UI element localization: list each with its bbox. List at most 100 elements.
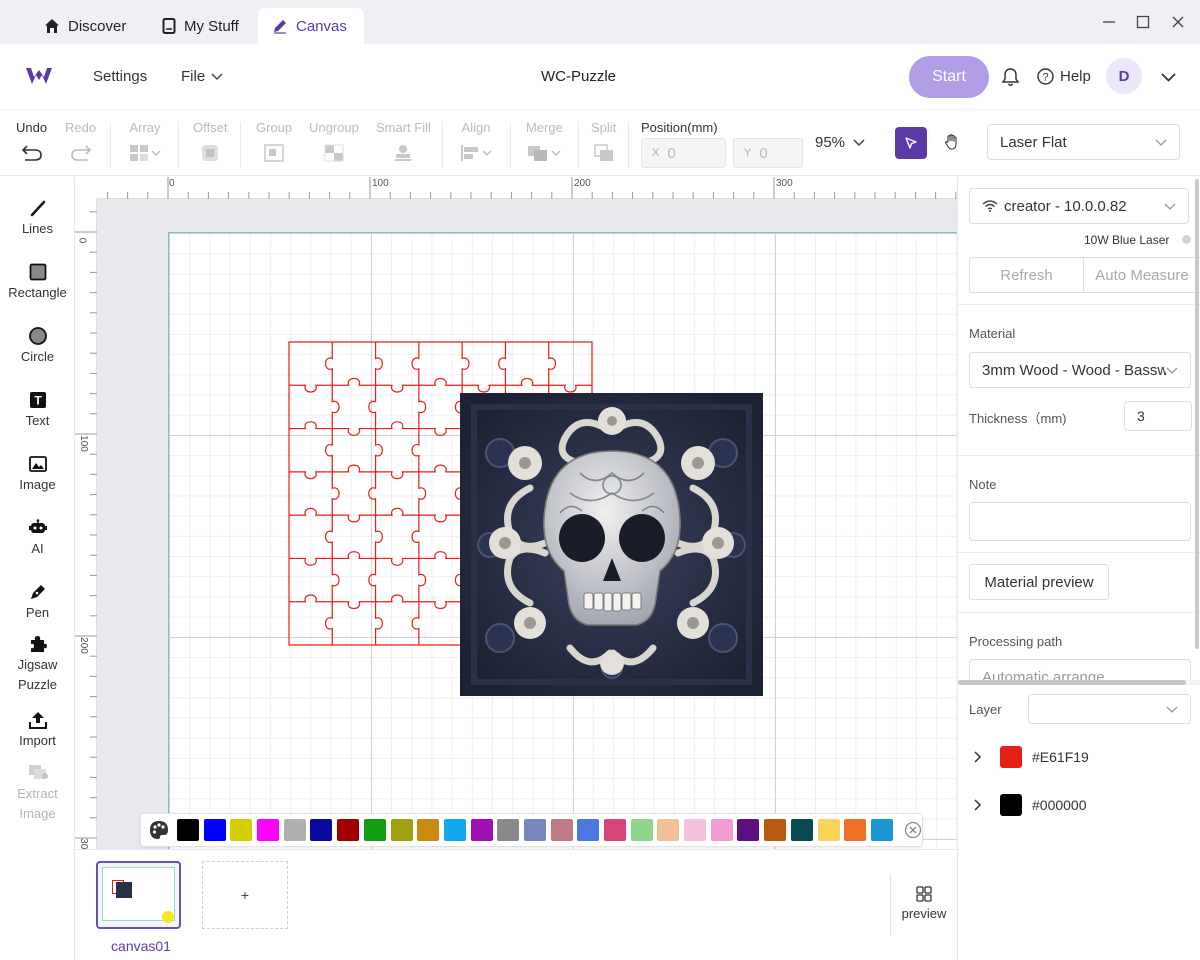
bell-icon[interactable] <box>1001 67 1020 87</box>
undo-icon <box>21 145 42 161</box>
circle-tool[interactable]: Circle <box>0 323 75 364</box>
import-tool[interactable]: Import <box>0 707 75 748</box>
color-swatch[interactable] <box>790 819 813 841</box>
mode-select[interactable]: Laser Flat <box>987 124 1180 160</box>
rectangle-tool[interactable]: Rectangle <box>0 259 75 300</box>
text-icon: T <box>29 392 46 408</box>
start-button[interactable]: Start <box>909 56 989 98</box>
merge-button[interactable]: Merge <box>526 120 563 164</box>
color-swatch[interactable] <box>764 819 787 841</box>
color-swatch[interactable] <box>177 819 199 841</box>
color-swatch[interactable] <box>817 819 840 841</box>
group-button[interactable]: Group <box>256 120 292 164</box>
array-button[interactable]: Array <box>129 120 161 164</box>
jigsaw-puzzle-tool[interactable]: Jigsaw Puzzle <box>0 633 75 695</box>
chevron-right-icon[interactable] <box>974 751 982 763</box>
color-swatch[interactable] <box>443 819 466 841</box>
device-select[interactable]: creator - 10.0.0.82 <box>969 188 1189 224</box>
position-label: Position(mm) <box>641 120 718 135</box>
thickness-input[interactable]: 3 <box>1124 401 1192 431</box>
help-button[interactable]: ? Help <box>1037 68 1091 85</box>
color-swatch[interactable] <box>363 819 386 841</box>
color-swatch[interactable] <box>604 819 626 841</box>
offset-button[interactable]: Offset <box>193 120 227 164</box>
color-swatch[interactable] <box>390 819 413 841</box>
preview-button[interactable]: preview <box>900 886 948 921</box>
account-chevron-icon[interactable] <box>1161 73 1176 82</box>
y-position-field[interactable]: Y 0 <box>733 138 803 168</box>
hand-tool-icon[interactable] <box>943 133 961 151</box>
color-swatch[interactable] <box>630 819 653 841</box>
ai-tool[interactable]: AI <box>0 515 75 556</box>
layer-color-swatch[interactable] <box>1000 794 1022 816</box>
tool-label: Text <box>25 413 50 428</box>
canvas-thumbnail[interactable] <box>96 861 181 929</box>
select-tool-button[interactable] <box>895 127 927 159</box>
avatar[interactable]: D <box>1106 58 1142 94</box>
color-swatch[interactable] <box>417 819 440 841</box>
chevron-down-icon <box>551 150 561 156</box>
ungroup-button[interactable]: Ungroup <box>309 120 359 164</box>
color-swatch[interactable] <box>657 819 680 841</box>
extract-image-tool[interactable]: Extract Image <box>0 762 75 824</box>
tab-discover[interactable]: Discover <box>30 8 140 44</box>
color-swatch[interactable] <box>844 819 867 841</box>
layer-select[interactable] <box>1028 694 1191 724</box>
minimize-button[interactable] <box>1095 10 1123 34</box>
color-swatch[interactable] <box>684 819 707 841</box>
zoom-select[interactable]: 95% <box>815 134 865 151</box>
close-button[interactable] <box>1164 10 1192 34</box>
align-button[interactable]: Align <box>460 120 492 164</box>
close-circle-icon[interactable] <box>904 821 922 839</box>
refresh-button[interactable]: Refresh <box>969 257 1084 293</box>
smart-fill-button[interactable]: Smart Fill <box>376 120 431 164</box>
settings-menu[interactable]: Settings <box>93 68 147 85</box>
app-logo[interactable] <box>25 66 53 86</box>
color-swatch[interactable] <box>230 819 253 841</box>
color-swatch[interactable] <box>203 819 226 841</box>
add-canvas-button[interactable]: + <box>202 861 288 929</box>
color-swatch[interactable] <box>577 819 600 841</box>
pen-tool[interactable]: Pen <box>0 579 75 620</box>
color-swatch[interactable] <box>337 819 360 841</box>
color-swatch[interactable] <box>310 819 333 841</box>
layer-color-swatch[interactable] <box>1000 746 1022 768</box>
color-swatch[interactable] <box>523 819 546 841</box>
x-position-field[interactable]: X 0 <box>641 138 726 168</box>
tab-my-stuff[interactable]: My Stuff <box>148 8 253 44</box>
laser-type: 10W Blue Laser <box>1084 233 1170 247</box>
auto-measure-button[interactable]: Auto Measure <box>1083 257 1200 293</box>
material-preview-button[interactable]: Material preview <box>969 564 1109 600</box>
color-swatch[interactable] <box>257 819 280 841</box>
layer-row[interactable]: #000000 <box>974 794 1087 816</box>
chevron-right-icon[interactable] <box>974 799 982 811</box>
undo-button[interactable]: Undo <box>16 120 47 164</box>
panel-scrollbar-v[interactable] <box>1195 179 1199 649</box>
maximize-button[interactable] <box>1129 10 1157 34</box>
skull-image[interactable] <box>460 393 763 696</box>
y-value: 0 <box>759 144 768 162</box>
file-menu[interactable]: File <box>181 68 223 85</box>
split-button[interactable]: Split <box>591 120 616 164</box>
color-swatch[interactable] <box>550 819 573 841</box>
canvas-area[interactable]: 0 100 200 300 0 100 200 300 <box>75 177 957 849</box>
color-swatch[interactable] <box>497 819 520 841</box>
processing-path-select[interactable]: Automatic arrange <box>969 659 1191 681</box>
grid-icon <box>916 886 932 902</box>
color-swatch[interactable] <box>737 819 760 841</box>
color-swatch[interactable] <box>870 819 893 841</box>
color-swatch[interactable] <box>283 819 306 841</box>
color-swatch[interactable] <box>710 819 733 841</box>
image-tool[interactable]: Image <box>0 451 75 492</box>
redo-button[interactable]: Redo <box>65 120 96 164</box>
note-textarea[interactable] <box>969 502 1191 541</box>
panel-scrollbar-h[interactable] <box>958 680 1200 685</box>
tab-canvas[interactable]: Canvas <box>258 8 364 44</box>
material-select[interactable]: 3mm Wood - Wood - Basswood <box>969 352 1191 388</box>
lines-tool[interactable]: Lines <box>0 195 75 236</box>
layer-row[interactable]: #E61F19 <box>974 746 1089 768</box>
palette-icon[interactable] <box>149 820 169 840</box>
color-swatch[interactable] <box>470 819 493 841</box>
split-icon <box>593 144 613 161</box>
text-tool[interactable]: T Text <box>0 387 75 428</box>
